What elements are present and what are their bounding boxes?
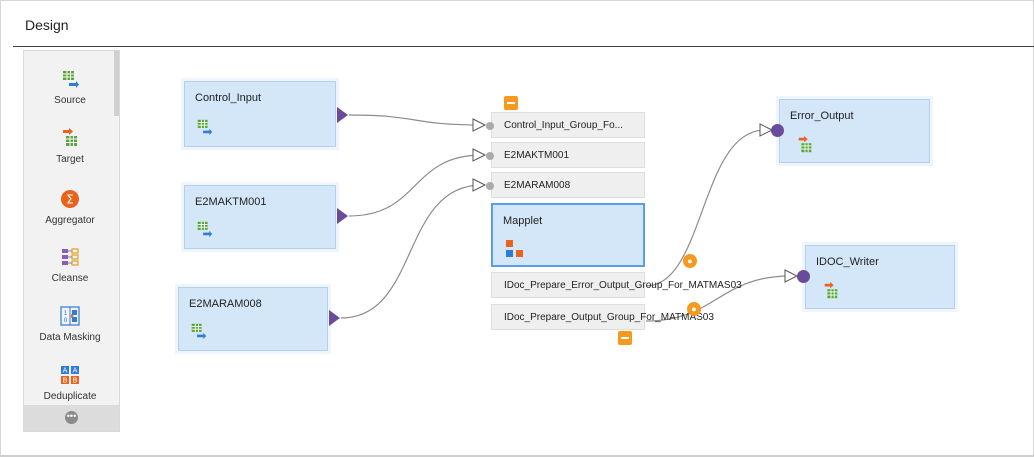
mapplet-input-group-e2maram008[interactable]: E2MARAM008 <box>486 172 645 198</box>
node-title: IDOC_Writer <box>816 256 879 268</box>
svg-text:B: B <box>73 377 78 385</box>
input-arrow-control <box>472 118 487 132</box>
svg-text:A: A <box>63 367 68 375</box>
link-control-input[interactable] <box>348 114 483 126</box>
palette-more-bar: ••• <box>24 405 119 431</box>
node-title: E2MARAM008 <box>189 298 262 310</box>
node-control-input[interactable]: Control_Input <box>184 81 336 147</box>
node-idoc-writer[interactable]: IDOC_Writer <box>805 245 955 309</box>
cleanse-icon <box>62 248 79 266</box>
group-label: IDoc_Prepare_Error_Output_Group_For_MATM… <box>504 280 742 291</box>
palette-item-label: Deduplicate <box>43 391 97 402</box>
palette-item-cleanse[interactable]: Cleanse <box>24 247 116 284</box>
svg-text:0: 0 <box>64 317 68 324</box>
transformation-palette: Source Target Σ Aggregator Cleanse 1 0 D… <box>23 50 120 432</box>
mapplet-input-group-control[interactable]: Control_Input_Group_Fo... <box>486 112 645 138</box>
input-port-idoc-writer[interactable] <box>797 270 810 283</box>
mapplet-output-group-output[interactable]: IDoc_Prepare_Output_Group_For_MATMAS03 <box>491 304 714 330</box>
source-icon <box>191 323 207 340</box>
node-title: Mapplet <box>503 215 543 227</box>
svg-text:Σ: Σ <box>66 193 74 207</box>
mapplet-output-group-error[interactable]: IDoc_Prepare_Error_Output_Group_For_MATM… <box>491 272 742 298</box>
palette-item-label: Data Masking <box>39 332 101 343</box>
node-error-output[interactable]: Error_Output <box>779 99 930 163</box>
group-label: E2MAKTM001 <box>504 150 570 161</box>
data-masking-icon: 1 0 <box>60 306 80 326</box>
palette-item-deduplicate[interactable]: A A B B Deduplicate <box>24 365 116 402</box>
deduplicate-icon: A A B B <box>61 366 79 385</box>
svg-text:1: 1 <box>64 310 68 317</box>
lightbulb-icon[interactable]: ● <box>683 254 697 268</box>
palette-item-label: Target <box>56 154 84 165</box>
aggregator-icon: Σ <box>61 190 79 208</box>
input-arrow-idoc-writer <box>784 269 799 283</box>
output-port-control-input[interactable] <box>337 107 348 123</box>
input-port-dot <box>486 122 494 130</box>
node-mapplet[interactable]: Mapplet <box>491 203 645 267</box>
palette-item-label: Source <box>54 95 86 106</box>
palette-item-label: Cleanse <box>51 273 89 284</box>
input-port-error-output[interactable] <box>771 124 784 137</box>
source-icon <box>197 119 213 136</box>
group-label: IDoc_Prepare_Output_Group_For_MATMAS03 <box>504 312 714 323</box>
node-title: E2MAKTM001 <box>195 196 267 208</box>
collapse-output-groups-button[interactable] <box>618 331 632 345</box>
node-title: Control_Input <box>195 92 262 104</box>
group-label: Control_Input_Group_Fo... <box>504 120 623 131</box>
palette-item-data-masking[interactable]: 1 0 Data Masking <box>24 306 116 343</box>
input-port-dot <box>486 182 494 190</box>
panel-title: Design <box>25 17 69 33</box>
collapse-input-groups-button[interactable] <box>504 96 518 110</box>
palette-item-aggregator[interactable]: Σ Aggregator <box>24 189 116 226</box>
svg-text:B: B <box>63 377 68 385</box>
input-arrow-e2maktm001 <box>472 148 487 162</box>
mapping-canvas[interactable]: Control_Input E2MAKTM001 E2MARAM008 Cont… <box>120 50 1033 454</box>
panel-divider <box>13 46 1034 47</box>
link-e2maktm001[interactable] <box>348 154 483 217</box>
source-icon <box>63 71 79 88</box>
group-label: E2MARAM008 <box>504 180 571 191</box>
node-e2maktm001[interactable]: E2MAKTM001 <box>184 185 336 249</box>
source-icon <box>197 221 213 238</box>
palette-item-source[interactable]: Source <box>24 69 116 106</box>
palette-item-target[interactable]: Target <box>24 128 116 165</box>
mapplet-input-group-e2maktm001[interactable]: E2MAKTM001 <box>486 142 645 168</box>
svg-text:A: A <box>73 367 78 375</box>
input-port-dot <box>486 152 494 160</box>
output-port-e2maktm001[interactable] <box>337 208 348 224</box>
target-icon <box>798 136 812 153</box>
more-icon[interactable]: ••• <box>65 411 78 424</box>
link-error-output[interactable] <box>645 129 766 287</box>
target-icon <box>824 282 838 299</box>
mapplet-icon <box>506 240 523 257</box>
target-icon <box>63 128 77 146</box>
link-e2maram008[interactable] <box>340 184 483 319</box>
lightbulb-icon[interactable]: ● <box>687 302 701 316</box>
input-arrow-e2maram008 <box>472 178 487 192</box>
node-title: Error_Output <box>790 110 854 122</box>
output-port-e2maram008[interactable] <box>329 310 340 326</box>
node-e2maram008[interactable]: E2MARAM008 <box>178 287 328 351</box>
palette-item-label: Aggregator <box>45 215 95 226</box>
